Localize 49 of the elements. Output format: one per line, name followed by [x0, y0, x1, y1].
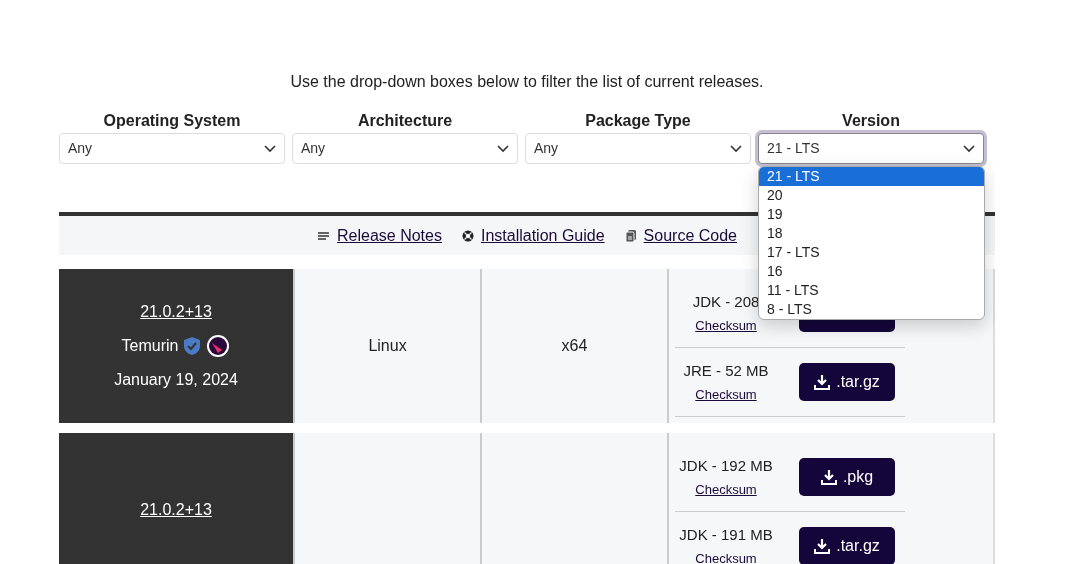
chevron-down-icon — [497, 144, 509, 153]
dropdown-option[interactable]: 11 - LTS — [759, 281, 984, 300]
shield-check-icon — [182, 336, 203, 356]
intro-text: Use the drop-down boxes below to filter the list of current releases. — [289, 72, 765, 92]
checksum-link[interactable]: Checksum — [695, 316, 757, 336]
version-link[interactable]: 21.0.2+13 — [140, 498, 212, 522]
download-icon — [820, 469, 837, 485]
package-size: JRE - 52 MB — [683, 360, 769, 381]
chevron-down-icon — [264, 144, 276, 153]
copy-icon — [624, 228, 637, 243]
dropdown-option[interactable]: 16 — [759, 262, 984, 281]
package-size: JDK - 192 MB — [679, 455, 773, 476]
dropdown-option[interactable]: 8 - LTS — [759, 300, 984, 319]
package-size: JDK - 208 — [692, 291, 760, 312]
link[interactable]: Installation Guide — [480, 223, 605, 248]
vendor-name: Temurin — [121, 336, 179, 356]
arch-text: x64 — [561, 336, 588, 356]
dropdown-option[interactable]: 20 — [759, 186, 984, 205]
link[interactable]: Release Notes — [337, 223, 442, 248]
checksum-link[interactable]: Checksum — [695, 480, 757, 500]
dropdown-select[interactable]: Any — [525, 133, 751, 164]
dropdown-option[interactable]: 17 - LTS — [759, 243, 984, 262]
chevron-down-icon — [963, 144, 975, 153]
filter-label: Architecture — [356, 112, 454, 130]
checksum-link[interactable]: Checksum — [695, 385, 757, 405]
dropdown-select[interactable]: 21 - LTS — [758, 133, 984, 164]
link[interactable]: Source Code — [643, 223, 737, 248]
dropdown-option[interactable]: 18 — [759, 224, 984, 243]
package-size: JDK - 191 MB — [679, 524, 773, 545]
filter-label: Version — [841, 112, 901, 130]
download-button[interactable]: .tar.gz — [799, 363, 895, 401]
download-icon — [814, 538, 831, 554]
download-button[interactable]: .pkg — [799, 458, 895, 496]
version-link[interactable]: 21.0.2+13 — [140, 300, 212, 324]
checksum-link[interactable]: Checksum — [695, 549, 757, 564]
dropdown-option[interactable]: 19 — [759, 205, 984, 224]
dropdown-select[interactable]: Any — [292, 133, 518, 164]
circle-logo-icon — [206, 334, 231, 358]
lines-icon — [317, 230, 330, 241]
os-text: Linux — [368, 336, 407, 356]
dropdown-option[interactable]: 21 - LTS — [759, 167, 984, 186]
release-date: January 19, 2024 — [114, 370, 238, 390]
filter-label: Operating System — [102, 112, 242, 130]
dropdown-select[interactable]: Any — [59, 133, 285, 164]
download-icon — [814, 374, 831, 390]
filter-label: Package Type — [584, 112, 692, 130]
chevron-down-icon — [730, 144, 742, 153]
lifebuoy-icon — [461, 229, 474, 242]
download-button[interactable]: .tar.gz — [799, 527, 895, 564]
